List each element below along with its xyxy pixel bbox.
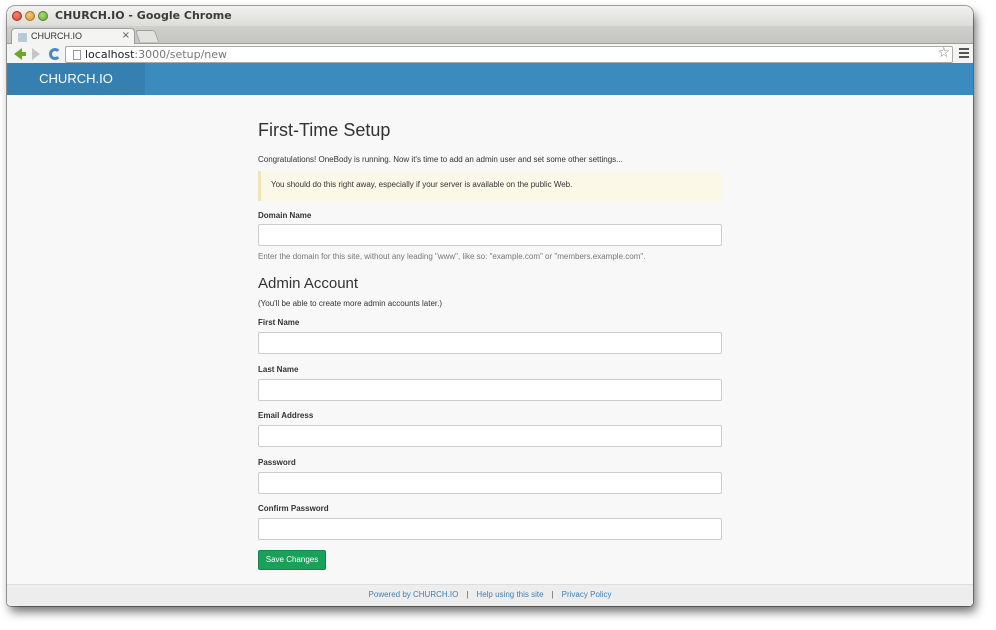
email-label: Email Address (258, 411, 314, 420)
reload-button[interactable] (47, 46, 63, 62)
privacy-policy-link[interactable]: Privacy Policy (562, 590, 612, 599)
page-footer: Powered by CHURCH.IO | Help using this sit… (7, 584, 973, 606)
forward-button[interactable] (28, 46, 44, 62)
tab-church-io[interactable]: CHURCH.IO × (11, 28, 135, 45)
powered-by-link[interactable]: Powered by CHURCH.IO (369, 590, 459, 599)
browser-window: CHURCH.IO - Google Chrome CHURCH.IO × lo… (7, 6, 973, 606)
url-text: localhost:3000/setup/new (85, 48, 227, 61)
admin-account-heading: Admin Account (258, 275, 359, 292)
address-bar[interactable]: localhost:3000/setup/new ☆ (65, 45, 953, 63)
url-host: localhost (85, 48, 135, 61)
intro-text: Congratulations! OneBody is running. Now… (258, 155, 623, 164)
domain-name-label: Domain Name (258, 211, 312, 220)
domain-name-input[interactable] (258, 224, 722, 246)
url-path: :3000/setup/new (134, 48, 228, 61)
tab-close-icon[interactable]: × (122, 30, 130, 41)
confirm-password-label: Confirm Password (258, 504, 329, 513)
back-arrow-icon (14, 48, 26, 60)
page-title: First-Time Setup (258, 120, 391, 140)
save-changes-button[interactable]: Save Changes (258, 550, 326, 570)
window-minimize-button[interactable] (25, 11, 35, 21)
forward-arrow-icon (32, 48, 40, 60)
window-title: CHURCH.IO - Google Chrome (55, 9, 232, 22)
first-name-input[interactable] (258, 332, 722, 354)
favicon-icon (18, 33, 27, 42)
bookmark-star-icon[interactable]: ☆ (937, 45, 950, 61)
window-close-button[interactable] (12, 11, 22, 21)
new-tab-button[interactable] (134, 30, 160, 42)
admin-note: (You'll be able to create more admin acc… (258, 299, 442, 308)
warning-alert: You should do this right away, especiall… (258, 171, 722, 201)
brand-link[interactable]: CHURCH.IO (7, 63, 145, 95)
first-name-label: First Name (258, 318, 300, 327)
last-name-label: Last Name (258, 365, 299, 374)
email-input[interactable] (258, 425, 722, 447)
page-icon (73, 50, 81, 60)
tab-title: CHURCH.IO (31, 31, 82, 41)
footer-separator: | (551, 590, 554, 599)
tab-strip: CHURCH.IO × (7, 26, 973, 45)
reload-icon (49, 48, 61, 60)
browser-toolbar: localhost:3000/setup/new ☆ (7, 44, 973, 64)
page-viewport: CHURCH.IO First-Time Setup Congratulatio… (7, 63, 973, 606)
last-name-input[interactable] (258, 379, 722, 401)
window-maximize-button[interactable] (38, 11, 48, 21)
password-label: Password (258, 458, 296, 467)
help-link[interactable]: Help using this site (476, 590, 543, 599)
domain-help-text: Enter the domain for this site, without … (258, 252, 646, 261)
back-button[interactable] (10, 46, 26, 62)
footer-separator: | (466, 590, 469, 599)
confirm-password-input[interactable] (258, 518, 722, 540)
password-input[interactable] (258, 472, 722, 494)
chrome-menu-icon[interactable] (959, 48, 969, 58)
top-navbar: CHURCH.IO (7, 63, 973, 95)
title-bar: CHURCH.IO - Google Chrome (7, 6, 973, 26)
